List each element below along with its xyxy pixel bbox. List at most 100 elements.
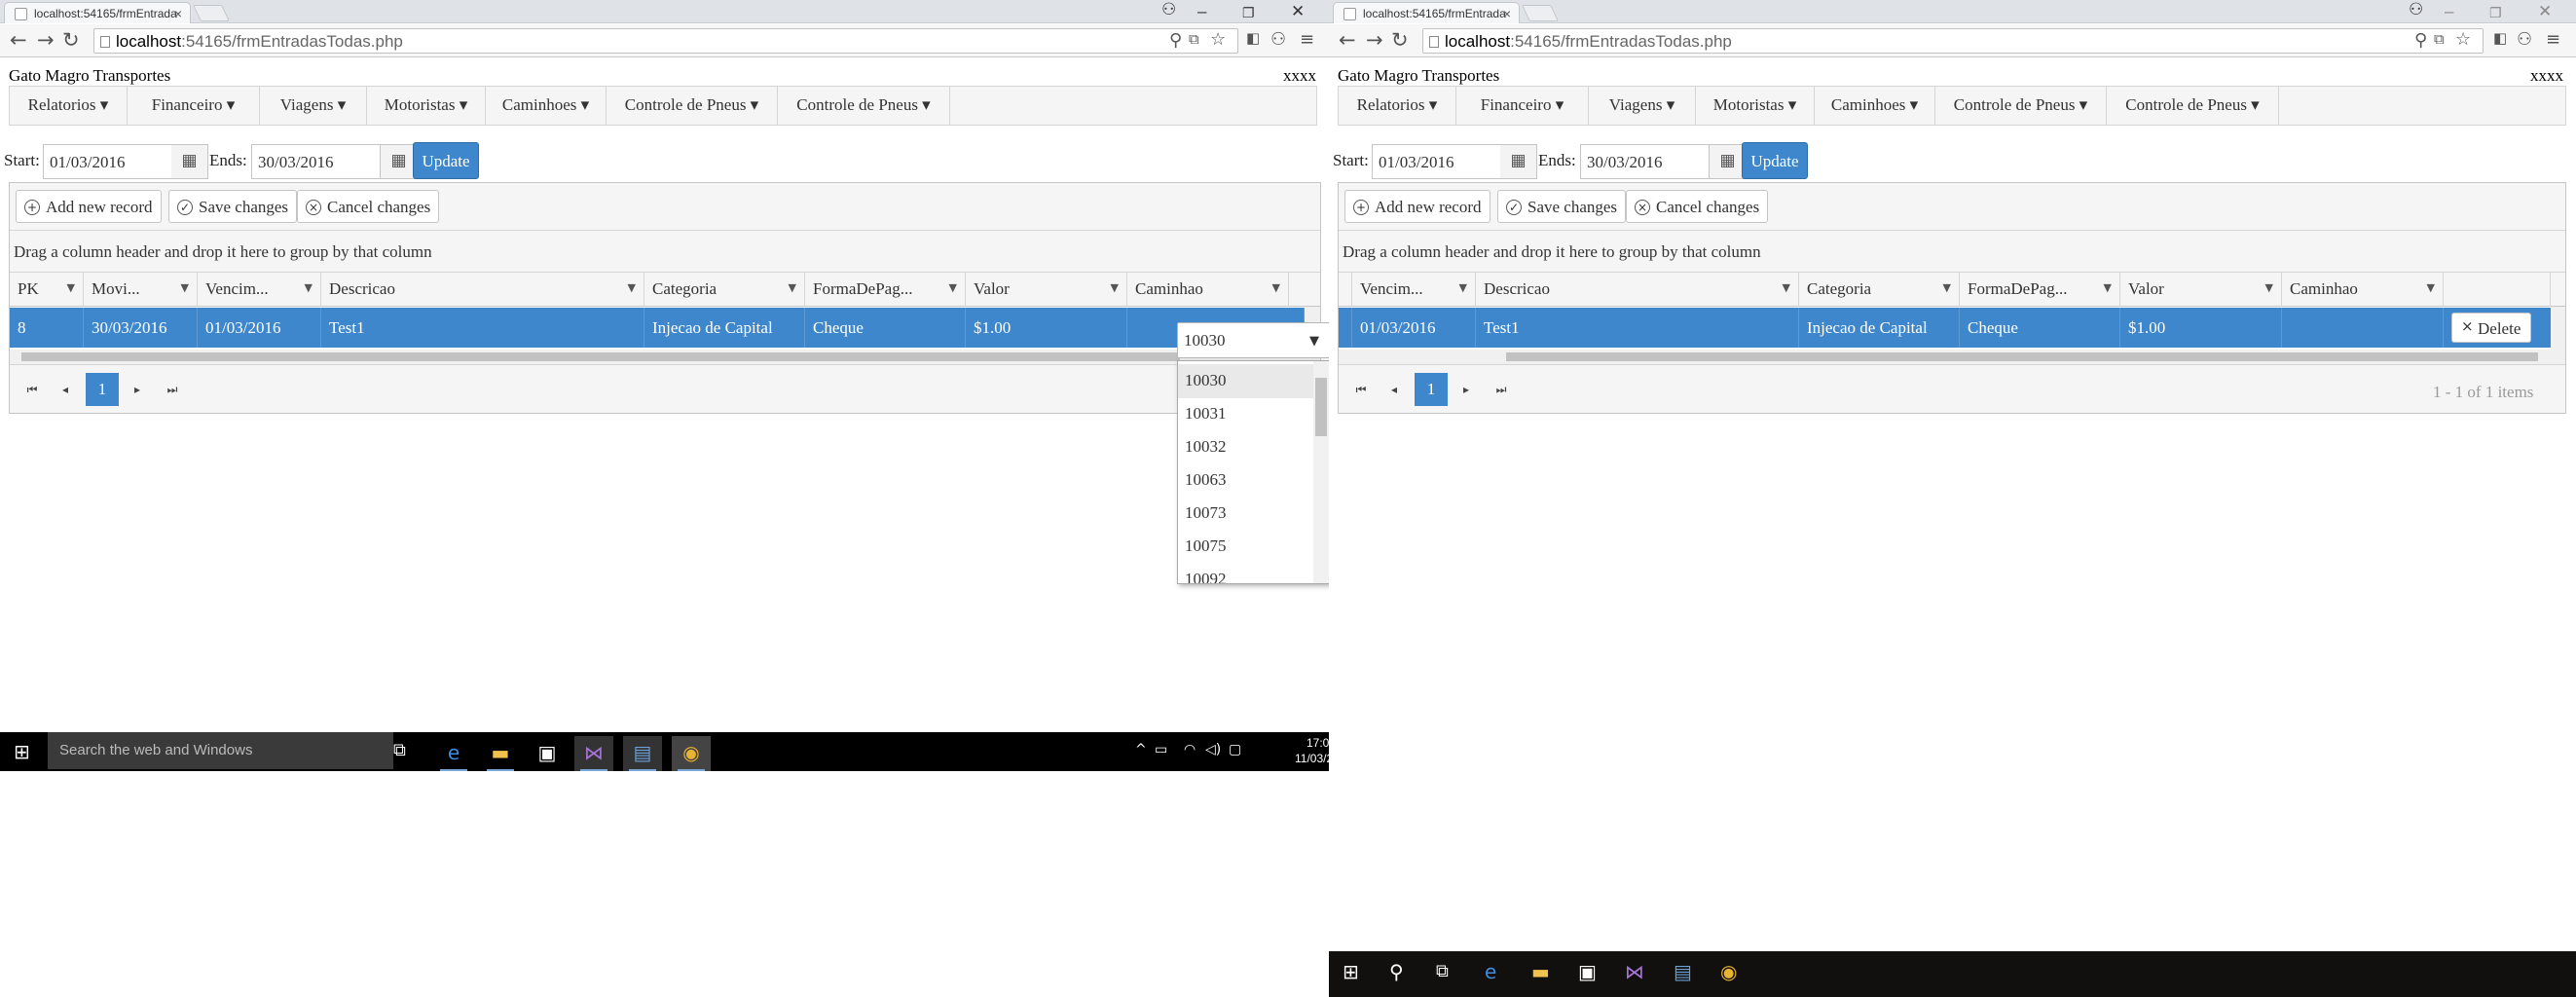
horizontal-scrollbar[interactable]: [1339, 350, 2551, 364]
vertical-scrollbar[interactable]: [2551, 307, 2565, 365]
new-tab-button[interactable]: [1522, 5, 1559, 21]
calendar-icon[interactable]: ▦: [171, 144, 208, 179]
table-row[interactable]: 01/03/2016 Test1 Injecao de Capital Cheq…: [1339, 308, 2551, 348]
chrome-icon[interactable]: ◉: [1720, 960, 1737, 983]
next-page-icon[interactable]: ▸: [1450, 373, 1483, 406]
edge-icon[interactable]: e: [434, 736, 473, 771]
menu-controle-pneus[interactable]: Controle de Pneus ▾: [607, 87, 778, 125]
scrollbar-thumb[interactable]: [21, 352, 1180, 361]
column-menu-icon[interactable]: ▼: [2104, 281, 2112, 294]
restore-button[interactable]: ❐: [2480, 3, 2512, 23]
extension-icon-2[interactable]: ⚇: [1270, 29, 1286, 50]
bookmark-star-icon[interactable]: ☆: [1210, 29, 1226, 50]
store-icon[interactable]: ▣: [1578, 960, 1597, 983]
battery-icon[interactable]: ▭: [1155, 742, 1167, 757]
dropdown-option[interactable]: 10073: [1178, 497, 1314, 531]
column-header[interactable]: Vencim... ▼: [198, 273, 321, 307]
cell-categoria[interactable]: Injecao de Capital: [644, 308, 805, 348]
user-name[interactable]: xxxx: [1283, 66, 1316, 86]
menu-relatorios[interactable]: Relatorios ▾: [1339, 87, 1456, 125]
minimize-button[interactable]: –: [2435, 0, 2463, 23]
cell-partial[interactable]: [1339, 308, 1352, 348]
extension-icon[interactable]: ◧: [2493, 29, 2507, 47]
cancel-changes-button[interactable]: × Cancel changes: [1626, 190, 1769, 223]
visual-studio-icon[interactable]: ⋈: [1625, 960, 1644, 983]
column-menu-icon[interactable]: ▼: [181, 281, 189, 294]
cell-pk[interactable]: 8: [10, 308, 84, 348]
start-date-input[interactable]: 01/03/2016: [43, 144, 172, 179]
group-drop-area[interactable]: Drag a column header and drop it here to…: [1339, 231, 2565, 273]
column-header[interactable]: FormaDePag... ▼: [805, 273, 966, 307]
dropdown-scrollbar[interactable]: [1313, 361, 1329, 583]
column-menu-icon[interactable]: ▼: [789, 281, 796, 294]
visual-studio-icon[interactable]: ⋈: [574, 736, 613, 771]
column-header[interactable]: Movi... ▼: [84, 273, 198, 307]
first-page-icon[interactable]: ⏮: [1344, 373, 1378, 406]
zoom-icon[interactable]: ⚲: [1169, 30, 1182, 51]
save-changes-button[interactable]: ✓ Save changes: [168, 190, 298, 223]
chrome-menu-icon[interactable]: ≡: [2546, 29, 2560, 50]
add-record-button[interactable]: + Add new record: [1344, 190, 1490, 223]
column-header-partial[interactable]: [1339, 273, 1352, 307]
column-header[interactable]: Valor ▼: [2120, 273, 2282, 307]
dropdown-option[interactable]: 10031: [1178, 397, 1314, 431]
scrollbar-thumb[interactable]: [1315, 378, 1327, 436]
column-header[interactable]: FormaDePag... ▼: [1960, 273, 2120, 307]
translate-icon[interactable]: ⧉: [2434, 30, 2445, 48]
last-page-icon[interactable]: ⏭: [156, 373, 189, 406]
cell-valor[interactable]: $1.00: [966, 308, 1127, 348]
menu-financeiro[interactable]: Financeiro ▾: [1456, 87, 1589, 125]
end-date-input[interactable]: 30/03/2016: [1580, 144, 1710, 179]
volume-icon[interactable]: ◁): [1205, 742, 1221, 757]
translate-icon[interactable]: ⧉: [1189, 30, 1199, 48]
update-button[interactable]: Update: [413, 142, 479, 179]
forward-icon[interactable]: →: [1366, 28, 1383, 52]
restore-button[interactable]: ❐: [1233, 3, 1265, 23]
prev-page-icon[interactable]: ◂: [1378, 373, 1411, 406]
update-button[interactable]: Update: [1742, 142, 1808, 179]
reload-icon[interactable]: ↻: [62, 28, 80, 52]
column-menu-icon[interactable]: ▼: [1943, 281, 1951, 294]
menu-motoristas[interactable]: Motoristas ▾: [367, 87, 486, 125]
address-bar[interactable]: localhost:54165/frmEntradasTodas.php ⚲ ⧉…: [93, 28, 1238, 54]
scrollbar-thumb[interactable]: [1506, 352, 2538, 361]
new-tab-button[interactable]: [193, 5, 230, 21]
store-icon[interactable]: ▣: [528, 736, 567, 771]
bookmark-star-icon[interactable]: ☆: [2455, 29, 2471, 50]
menu-financeiro[interactable]: Financeiro ▾: [128, 87, 260, 125]
cell-forma-pagamento[interactable]: Cheque: [1960, 308, 2120, 348]
horizontal-scrollbar[interactable]: [10, 350, 1305, 364]
cell-categoria[interactable]: Injecao de Capital: [1799, 308, 1960, 348]
extension-icon[interactable]: ◧: [1246, 29, 1260, 47]
tab-close-icon[interactable]: ×: [174, 6, 182, 21]
taskbar-clock[interactable]: 17:06 11/03/2016: [1295, 735, 1329, 766]
menu-viagens[interactable]: Viagens ▾: [1589, 87, 1696, 125]
menu-caminhoes[interactable]: Caminhoes ▾: [486, 87, 607, 125]
column-header[interactable]: Descricao ▼: [321, 273, 644, 307]
column-menu-icon[interactable]: ▼: [628, 281, 636, 294]
windows-start-icon[interactable]: ⊞: [14, 740, 30, 763]
column-menu-icon[interactable]: ▼: [1272, 281, 1280, 294]
user-name[interactable]: xxxx: [2530, 66, 2563, 86]
column-header[interactable]: Caminhao ▼: [2282, 273, 2444, 307]
cancel-changes-button[interactable]: × Cancel changes: [297, 190, 440, 223]
browser-tab[interactable]: localhost:54165/frmEntrada ×: [1333, 2, 1520, 23]
dropdown-arrow-icon[interactable]: ▼: [1309, 334, 1319, 349]
column-header[interactable]: Caminhao ▼: [1127, 273, 1289, 307]
wifi-icon[interactable]: ◠: [1184, 742, 1196, 757]
zoom-icon[interactable]: ⚲: [2414, 30, 2427, 51]
menu-relatorios[interactable]: Relatorios ▾: [10, 87, 128, 125]
show-hidden-icons[interactable]: ^: [1135, 742, 1147, 757]
dropdown-option[interactable]: 10092: [1178, 563, 1314, 583]
dropdown-option[interactable]: 10032: [1178, 430, 1314, 464]
menu-viagens[interactable]: Viagens ▾: [260, 87, 367, 125]
search-icon[interactable]: ⚲: [1389, 960, 1404, 983]
column-menu-icon[interactable]: ▼: [67, 281, 75, 294]
cell-descricao[interactable]: Test1: [321, 308, 644, 348]
menu-controle-pneus[interactable]: Controle de Pneus ▾: [1935, 87, 2107, 125]
windows-start-icon[interactable]: ⊞: [1343, 960, 1359, 983]
column-header[interactable]: Valor ▼: [966, 273, 1127, 307]
column-menu-icon[interactable]: ▼: [1459, 281, 1467, 294]
end-date-input[interactable]: 30/03/2016: [251, 144, 381, 179]
cell-vencimento[interactable]: 01/03/2016: [198, 308, 321, 348]
